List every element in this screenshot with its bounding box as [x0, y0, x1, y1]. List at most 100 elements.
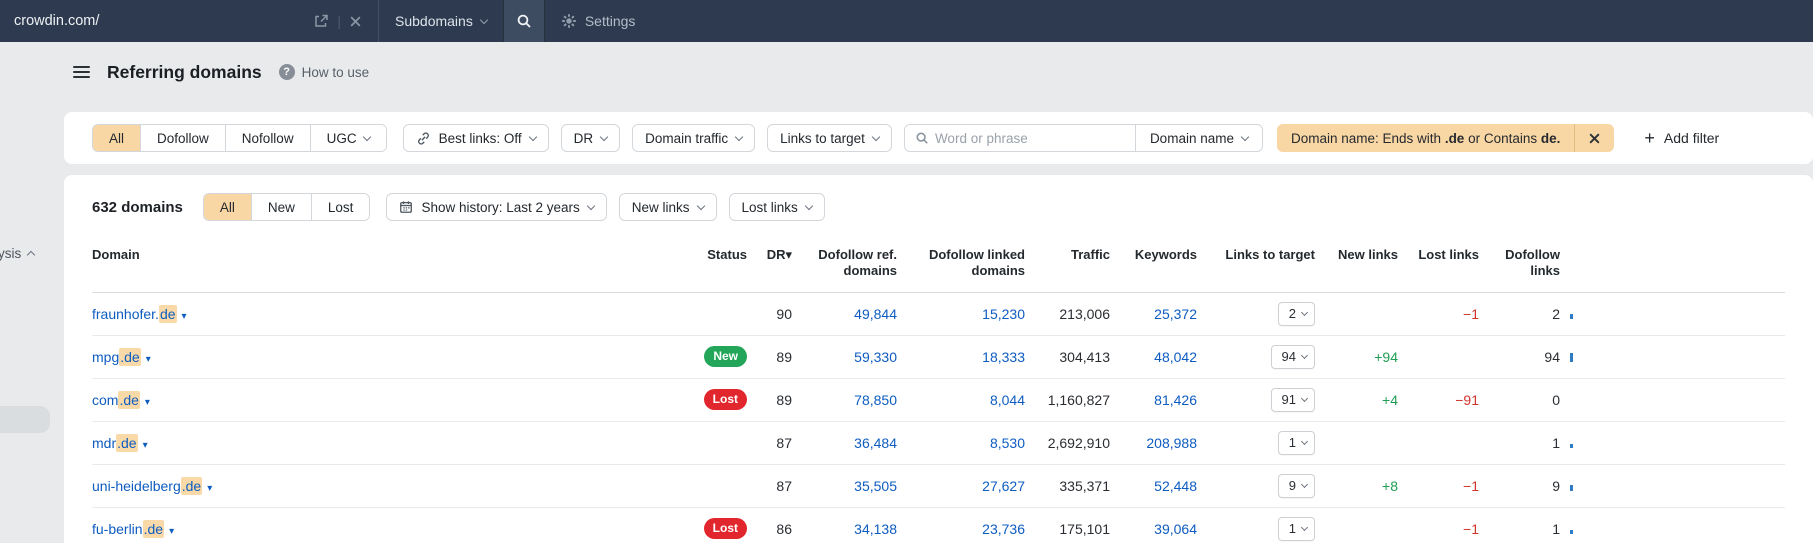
word-or-phrase-input[interactable]: [934, 130, 1135, 146]
linked-domains-link[interactable]: 27,627: [982, 478, 1025, 494]
lost-links-value[interactable]: −1: [1463, 306, 1479, 322]
dr-value: 89: [776, 391, 792, 408]
links-to-target-select[interactable]: 2: [1277, 301, 1315, 326]
sidebar-section-partial[interactable]: ysis: [0, 246, 36, 261]
settings-button[interactable]: Settings: [545, 0, 652, 42]
sort-caret-icon: ▾: [785, 247, 792, 262]
menu-icon[interactable]: [73, 66, 90, 78]
ref-domains-link[interactable]: 35,505: [854, 478, 897, 494]
page-header: Referring domains ? How to use: [0, 42, 1813, 88]
header-domain[interactable]: Domain: [92, 221, 622, 292]
best-links-filter[interactable]: Best links: Off: [402, 124, 549, 152]
search-icon: [905, 131, 935, 145]
chevron-down-icon: [1240, 132, 1250, 141]
target-url-input[interactable]: [14, 13, 308, 29]
linked-domains-link[interactable]: 15,230: [982, 306, 1025, 322]
dofollow-links-value: 1: [1552, 520, 1560, 537]
keywords-link[interactable]: 81,426: [1154, 392, 1197, 408]
domain-caret-icon[interactable]: ▾: [182, 311, 187, 322]
status-lost-tab[interactable]: Lost: [310, 194, 370, 220]
links-to-target-select[interactable]: 91: [1270, 387, 1315, 412]
filter-nofollow-tab[interactable]: Nofollow: [224, 125, 310, 151]
chevron-down-icon: [734, 132, 744, 141]
header-dofollow-ref-domains[interactable]: Dofollow ref. domains: [792, 221, 897, 292]
ref-domains-link[interactable]: 78,850: [854, 392, 897, 408]
ref-domains-link[interactable]: 49,844: [854, 306, 897, 322]
header-traffic[interactable]: Traffic: [1025, 221, 1110, 292]
dr-value: 89: [776, 348, 792, 365]
filter-dofollow-tab[interactable]: Dofollow: [140, 125, 225, 151]
header-links-to-target[interactable]: Links to target: [1197, 221, 1315, 292]
new-links-value[interactable]: +8: [1382, 478, 1398, 494]
keywords-link[interactable]: 208,988: [1146, 435, 1197, 451]
open-external-icon[interactable]: [307, 13, 335, 29]
domain-link[interactable]: mpg.de: [92, 347, 141, 366]
chevron-up-icon: [27, 250, 36, 260]
status-new-tab[interactable]: New: [250, 194, 311, 220]
lost-links-value[interactable]: −1: [1463, 521, 1479, 537]
dr-filter[interactable]: DR: [560, 124, 621, 152]
table-row: mdr.de ▾ 87 36,484 8,530 2,692,910 208,98…: [92, 421, 1785, 464]
domain-traffic-filter[interactable]: Domain traffic: [632, 124, 756, 152]
linked-domains-link[interactable]: 8,044: [990, 392, 1025, 408]
keywords-link[interactable]: 39,064: [1154, 521, 1197, 537]
mode-select[interactable]: Subdomains: [379, 0, 503, 42]
header-new-links[interactable]: New links: [1315, 221, 1398, 292]
header-keywords[interactable]: Keywords: [1110, 221, 1197, 292]
chevron-down-icon: [528, 132, 537, 141]
keywords-link[interactable]: 52,448: [1154, 478, 1197, 494]
clear-target-icon[interactable]: [343, 15, 368, 28]
domain-link[interactable]: fraunhofer.de: [92, 304, 177, 323]
links-to-target-select[interactable]: 1: [1277, 430, 1315, 455]
how-to-use-link[interactable]: ? How to use: [278, 64, 370, 80]
ref-domains-link[interactable]: 34,138: [854, 521, 897, 537]
domain-link[interactable]: uni-heidelberg.de: [92, 476, 203, 495]
search-field-select[interactable]: Domain name: [1136, 131, 1262, 146]
dr-value: 90: [776, 305, 792, 322]
header-status[interactable]: Status: [622, 221, 747, 292]
domain-caret-icon[interactable]: ▾: [145, 397, 150, 408]
domain-link[interactable]: fu-berlin.de: [92, 519, 165, 538]
filter-ugc-tab[interactable]: UGC: [309, 125, 386, 151]
domain-link[interactable]: com.de: [92, 390, 140, 409]
domain-caret-icon[interactable]: ▾: [169, 526, 174, 537]
links-to-target-select[interactable]: 94: [1270, 344, 1315, 369]
filter-all-tab[interactable]: All: [93, 125, 141, 151]
lost-links-value[interactable]: −91: [1455, 392, 1479, 408]
keywords-link[interactable]: 48,042: [1154, 349, 1197, 365]
linked-domains-link[interactable]: 23,736: [982, 521, 1025, 537]
header-dofollow-links[interactable]: Dofollow links: [1479, 221, 1560, 292]
domain-caret-icon[interactable]: ▾: [207, 483, 212, 494]
table-row: uni-heidelberg.de ▾ 87 35,505 27,627 335,…: [92, 464, 1785, 507]
keywords-link[interactable]: 25,372: [1154, 306, 1197, 322]
ref-domains-link[interactable]: 36,484: [854, 435, 897, 451]
linked-domains-link[interactable]: 8,530: [990, 435, 1025, 451]
lost-links-select[interactable]: Lost links: [728, 193, 825, 221]
search-button[interactable]: [502, 0, 545, 42]
header-lost-links[interactable]: Lost links: [1398, 221, 1479, 292]
new-links-value[interactable]: +4: [1382, 392, 1398, 408]
how-to-use-label: How to use: [301, 64, 370, 80]
add-filter-button[interactable]: + Add filter: [1644, 129, 1719, 147]
status-all-tab[interactable]: All: [203, 194, 251, 220]
domain-caret-icon[interactable]: ▾: [146, 354, 151, 365]
domain-link[interactable]: mdr.de: [92, 433, 138, 452]
results-toolbar: 632 domains All New Lost Show history: L…: [64, 193, 1813, 221]
remove-filter-button[interactable]: [1574, 124, 1614, 152]
referring-domains-table: Domain Status DR▾ Dofollow ref. domains …: [92, 221, 1785, 543]
linked-domains-link[interactable]: 18,333: [982, 349, 1025, 365]
header-dr[interactable]: DR▾: [747, 221, 792, 292]
question-circle-icon: ?: [278, 64, 295, 80]
traffic-value: 2,692,910: [1047, 434, 1110, 451]
sidebar-item-partial[interactable]: [0, 406, 50, 433]
links-to-target-select[interactable]: 9: [1277, 473, 1315, 498]
lost-links-value[interactable]: −1: [1463, 478, 1479, 494]
ref-domains-link[interactable]: 59,330: [854, 349, 897, 365]
links-to-target-filter[interactable]: Links to target: [767, 124, 892, 152]
new-links-select[interactable]: New links: [618, 193, 717, 221]
domain-caret-icon[interactable]: ▾: [143, 440, 148, 451]
header-dofollow-linked-domains[interactable]: Dofollow linked domains: [897, 221, 1025, 292]
new-links-value[interactable]: +94: [1374, 349, 1398, 365]
show-history-select[interactable]: Show history: Last 2 years: [386, 193, 607, 221]
links-to-target-select[interactable]: 1: [1277, 516, 1315, 541]
